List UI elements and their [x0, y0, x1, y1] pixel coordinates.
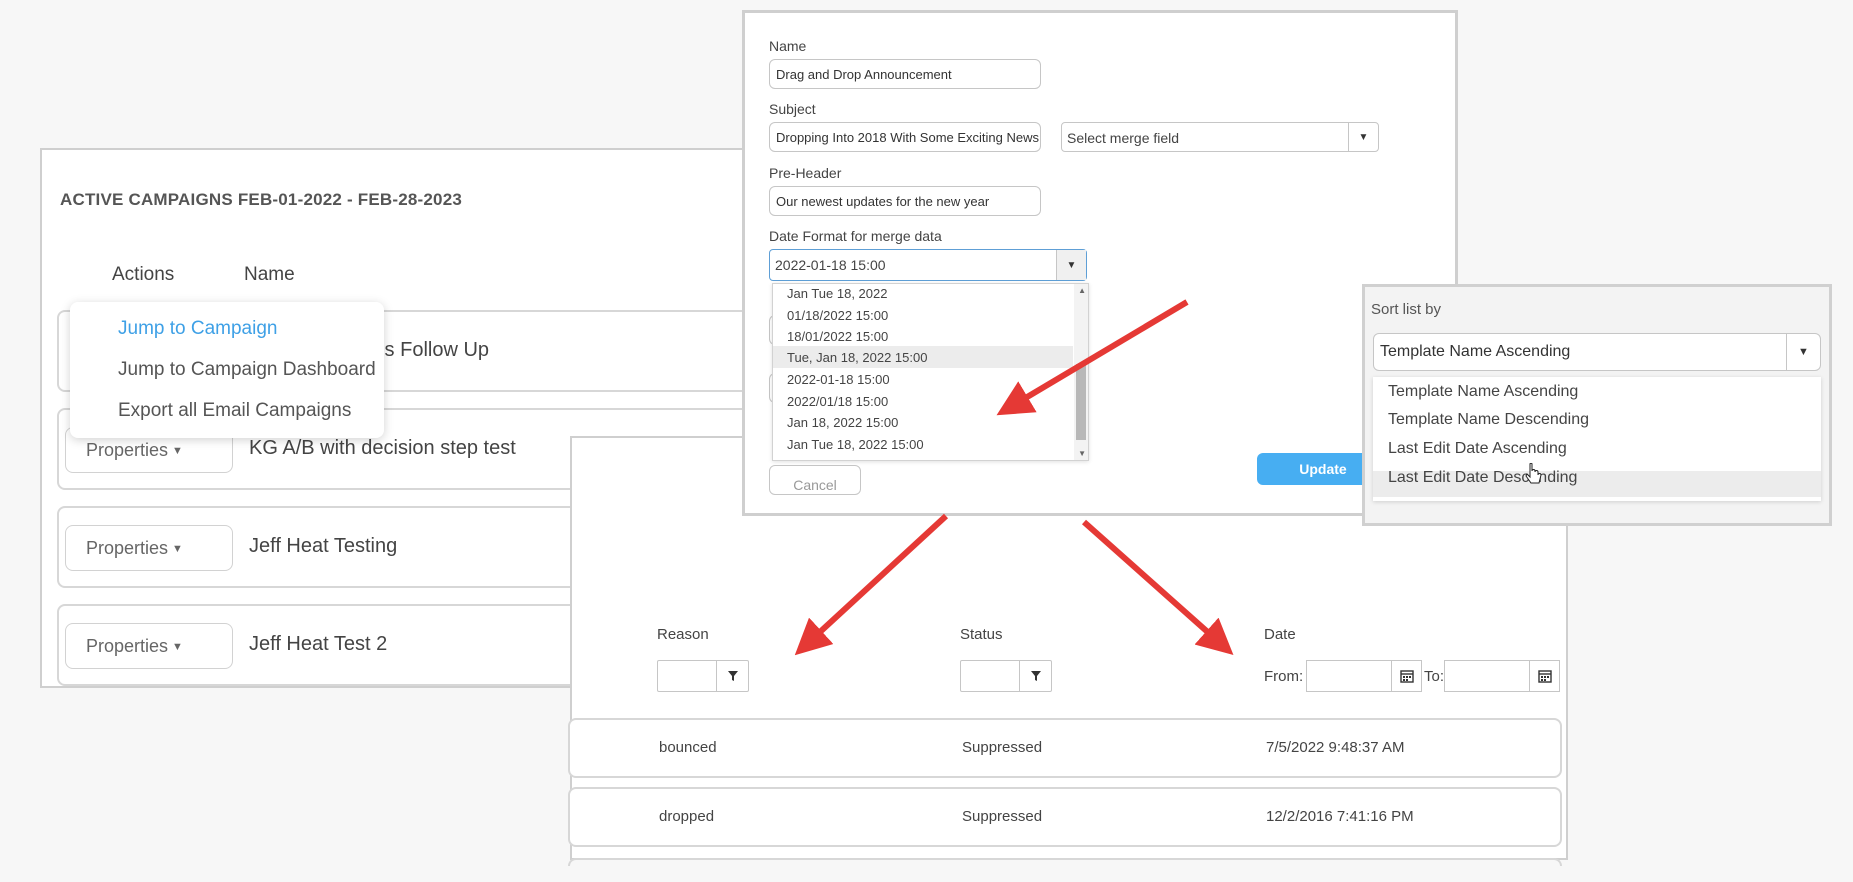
filter-icon[interactable]: [1019, 661, 1051, 691]
name-input[interactable]: Drag and Drop Announcement: [769, 59, 1041, 89]
reason-filter-input[interactable]: [657, 660, 749, 692]
date-column-header: Date: [1264, 626, 1296, 643]
name-column-header: Name: [244, 264, 295, 285]
table-row[interactable]: dropped Suppressed 12/2/2016 7:41:16 PM: [568, 787, 1562, 847]
menu-item-jump-to-dashboard[interactable]: Jump to Campaign Dashboard: [118, 359, 376, 381]
subject-input[interactable]: Dropping Into 2018 With Some Exciting Ne…: [769, 122, 1041, 152]
date-option[interactable]: 2022-01-18 15:00: [787, 372, 890, 387]
date-from-label: From:: [1264, 668, 1304, 685]
sort-selected-value: Template Name Ascending: [1380, 343, 1571, 360]
row-reason: bounced: [659, 739, 717, 756]
status-filter-input[interactable]: [960, 660, 1052, 692]
date-format-value: 2022-01-18 15:00: [775, 257, 886, 273]
row-status: Suppressed: [962, 739, 1043, 756]
date-to-label: To:: [1424, 668, 1445, 685]
cancel-button[interactable]: Cancel: [769, 465, 861, 495]
sort-option[interactable]: Last Edit Date Ascending: [1388, 440, 1567, 458]
preheader-input[interactable]: Our newest updates for the new year: [769, 186, 1041, 216]
scrollbar-thumb[interactable]: [1076, 364, 1086, 440]
row-date: 7/5/2022 9:48:37 AM: [1266, 739, 1405, 756]
filter-icon[interactable]: [716, 661, 748, 691]
date-to-input[interactable]: [1444, 660, 1560, 692]
sort-option[interactable]: Template Name Ascending: [1388, 383, 1578, 401]
date-from-input[interactable]: [1306, 660, 1422, 692]
sort-select[interactable]: Template Name Ascending ▼: [1373, 333, 1821, 371]
chevron-down-icon[interactable]: ▼: [1786, 334, 1820, 370]
reason-column-header: Reason: [657, 626, 709, 643]
sort-option[interactable]: Template Name Descending: [1388, 411, 1589, 429]
sort-label: Sort list by: [1371, 301, 1442, 318]
properties-label: Properties: [86, 439, 169, 460]
sort-option[interactable]: Last Edit Date Descending: [1388, 469, 1577, 487]
date-option[interactable]: 01/18/2022 15:00: [787, 308, 888, 323]
email-settings-form: Name Drag and Drop Announcement Subject …: [742, 10, 1458, 516]
campaign-name: KG A/B with decision step test: [249, 437, 516, 459]
scroll-up-icon[interactable]: ▲: [1078, 286, 1086, 295]
calendar-icon[interactable]: [1391, 661, 1421, 691]
menu-item-export-campaigns[interactable]: Export all Email Campaigns: [118, 400, 351, 422]
row-status: Suppressed: [962, 808, 1043, 825]
date-option[interactable]: Jan 18, 2022 15:00: [787, 415, 898, 430]
mouse-cursor-icon: [1525, 463, 1542, 484]
scrollbar[interactable]: ▲ ▼: [1074, 284, 1088, 460]
name-label: Name: [769, 38, 807, 54]
properties-button[interactable]: Properties ▼: [65, 525, 233, 571]
chevron-down-icon[interactable]: ▼: [1348, 123, 1378, 151]
menu-item-jump-to-campaign[interactable]: Jump to Campaign: [118, 318, 277, 340]
properties-button[interactable]: Properties ▼: [65, 623, 233, 669]
calendar-icon[interactable]: [1529, 661, 1559, 691]
date-option[interactable]: Tue, Jan 18, 2022 15:00: [787, 350, 927, 365]
date-option[interactable]: 2022/01/18 15:00: [787, 394, 888, 409]
date-option[interactable]: 18/01/2022 15:00: [787, 329, 888, 344]
campaigns-title: ACTIVE CAMPAIGNS FEB-01-2022 - FEB-28-20…: [60, 190, 463, 209]
subject-label: Subject: [769, 101, 816, 117]
caret-down-icon: ▼: [172, 542, 183, 555]
row-date: 12/2/2016 7:41:16 PM: [1266, 808, 1414, 825]
sort-options: Template Name Ascending Template Name De…: [1373, 377, 1821, 501]
table-row-partial: [568, 858, 1562, 866]
chevron-down-icon[interactable]: ▼: [1056, 250, 1086, 280]
status-column-header: Status: [960, 626, 1003, 643]
date-option[interactable]: Jan Tue 18, 2022 15:00: [787, 437, 924, 452]
date-format-select[interactable]: 2022-01-18 15:00 ▼: [769, 249, 1087, 281]
properties-label: Properties: [86, 537, 169, 558]
preheader-label: Pre-Header: [769, 165, 842, 181]
row-reason: dropped: [659, 808, 715, 825]
table-row[interactable]: bounced Suppressed 7/5/2022 9:48:37 AM: [568, 718, 1562, 778]
campaign-name: Jeff Heat Testing: [249, 535, 398, 557]
scroll-down-icon[interactable]: ▼: [1078, 449, 1086, 458]
actions-column-header: Actions: [112, 264, 175, 285]
date-option[interactable]: Jan Tue 18, 2022: [787, 286, 887, 301]
date-format-label: Date Format for merge data: [769, 228, 942, 244]
date-format-options: Jan Tue 18, 2022 01/18/2022 15:00 18/01/…: [772, 283, 1089, 461]
properties-label: Properties: [86, 635, 169, 656]
sort-panel: Sort list by Template Name Ascending ▼ T…: [1362, 284, 1832, 526]
merge-field-select[interactable]: Select merge field ▼: [1061, 122, 1379, 152]
caret-down-icon: ▼: [172, 444, 183, 457]
merge-field-placeholder: Select merge field: [1067, 130, 1180, 146]
campaign-actions-menu: Jump to Campaign Jump to Campaign Dashbo…: [70, 302, 384, 438]
campaign-name: Jeff Heat Test 2: [249, 633, 388, 655]
caret-down-icon: ▼: [172, 640, 183, 653]
